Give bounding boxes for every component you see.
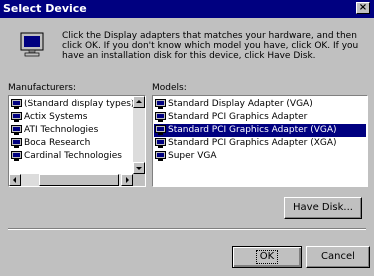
window-title: Select Device [3, 2, 87, 15]
manufacturers-list[interactable]: (Standard display types) Actix Systems A… [8, 95, 146, 187]
title-bar: Select Device × [0, 0, 374, 18]
manufacturers-label: Manufacturers: [8, 83, 77, 93]
monitor-icon [11, 151, 22, 161]
scroll-up-button[interactable] [133, 96, 145, 108]
monitor-icon [20, 32, 44, 57]
model-item-selected[interactable]: Standard PCI Graphics Adapter (VGA) [154, 124, 366, 137]
cancel-button[interactable]: Cancel [306, 246, 370, 268]
monitor-icon [11, 138, 22, 148]
arrow-up-icon [136, 100, 142, 103]
monitor-icon [155, 99, 166, 109]
arrow-right-icon [126, 177, 129, 183]
monitor-icon [155, 138, 166, 148]
monitor-icon [11, 99, 22, 109]
have-disk-button[interactable]: Have Disk... [284, 197, 362, 219]
models-list[interactable]: Standard Display Adapter (VGA) Standard … [152, 95, 368, 187]
instructions-text: Click the Display adapters that matches … [62, 31, 359, 61]
monitor-icon [11, 112, 22, 122]
arrow-down-icon [136, 167, 142, 170]
scroll-right-button[interactable] [121, 174, 133, 186]
scroll-left-button[interactable] [9, 174, 21, 186]
arrow-left-icon [13, 177, 16, 183]
models-label: Models: [152, 83, 187, 93]
scrollbar-corner [133, 174, 145, 186]
scroll-down-button[interactable] [133, 162, 145, 174]
monitor-icon [155, 112, 166, 122]
monitor-icon [11, 125, 22, 135]
ok-button[interactable]: OK [232, 246, 302, 268]
separator-highlight [8, 229, 366, 230]
monitor-icon [155, 151, 166, 161]
close-icon: × [358, 2, 368, 13]
horizontal-scroll-thumb[interactable] [39, 174, 119, 186]
monitor-icon [155, 125, 166, 135]
close-button[interactable]: × [356, 2, 370, 14]
